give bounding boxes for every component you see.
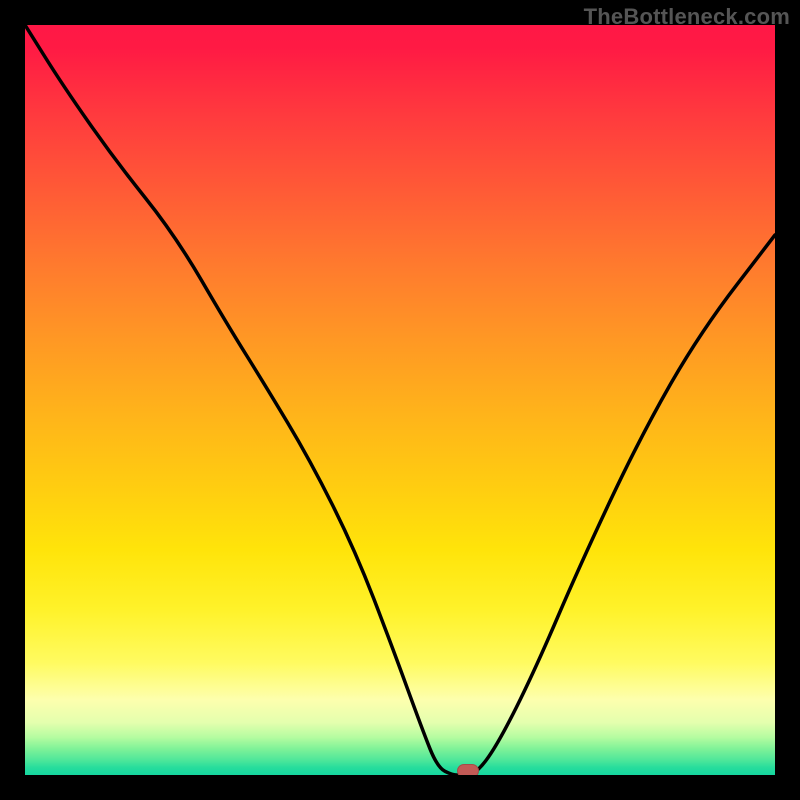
watermark-text: TheBottleneck.com xyxy=(584,4,790,30)
bottleneck-curve xyxy=(25,25,775,775)
plot-area xyxy=(25,25,775,775)
chart-frame: TheBottleneck.com xyxy=(0,0,800,800)
optimal-point-marker xyxy=(457,764,479,775)
curve-svg xyxy=(25,25,775,775)
